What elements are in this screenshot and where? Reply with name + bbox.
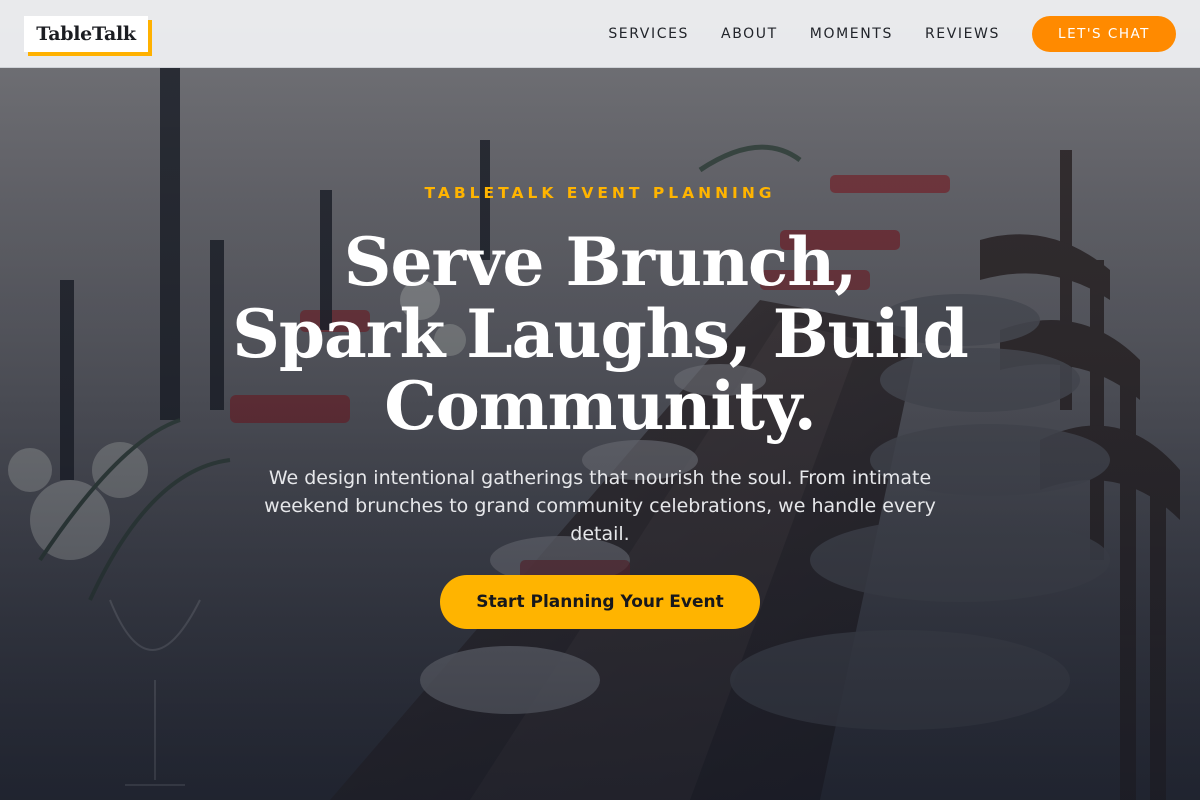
start-planning-button[interactable]: Start Planning Your Event (440, 575, 760, 629)
hero-subtext: We design intentional gatherings that no… (264, 467, 936, 545)
hero-eyebrow: TABLETALK EVENT PLANNING (424, 184, 776, 202)
hero-section: TABLETALK EVENT PLANNING Serve Brunch, S… (0, 0, 1200, 800)
landing-page: TableTalk SERVICES ABOUT MOMENTS REVIEWS… (0, 0, 1200, 800)
hero-headline: Serve Brunch, Spark Laughs, Build Commun… (232, 223, 969, 445)
